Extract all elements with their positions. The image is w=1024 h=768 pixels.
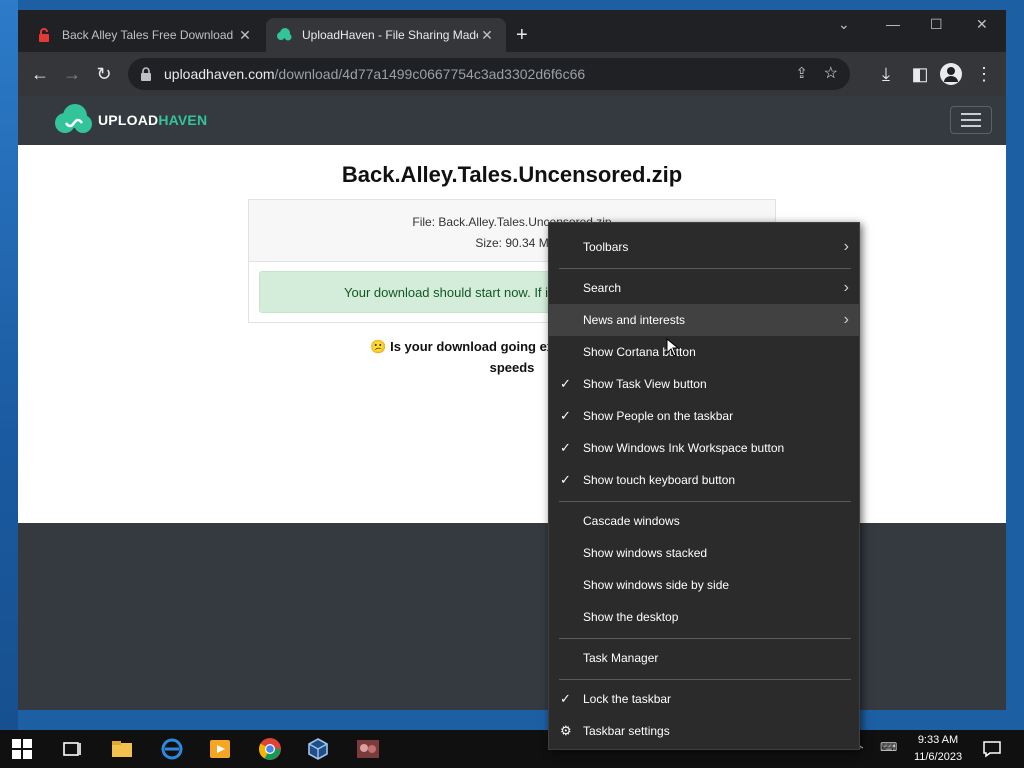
file-title: Back.Alley.Tales.Uncensored.zip bbox=[341, 162, 683, 187]
cloud-icon bbox=[277, 28, 292, 41]
menu-item-show-touch-keyboard[interactable]: ✓ Show touch keyboard button bbox=[549, 464, 859, 496]
menu-item-label: Search bbox=[583, 281, 622, 295]
checkmark-icon: ✓ bbox=[560, 376, 571, 391]
menu-item-task-manager[interactable]: Task Manager bbox=[549, 642, 859, 674]
menu-item-label: Show touch keyboard button bbox=[583, 473, 736, 487]
menu-item-taskbar-settings[interactable]: ⚙ Taskbar settings bbox=[549, 715, 859, 747]
menu-item-toolbars[interactable]: Toolbars › bbox=[549, 231, 859, 263]
menu-separator bbox=[559, 638, 851, 639]
notification-center-icon[interactable] bbox=[982, 739, 1002, 759]
menu-item-label: News and interests bbox=[583, 313, 686, 327]
checkmark-icon: ✓ bbox=[560, 472, 571, 487]
menu-item-show-ink-workspace[interactable]: ✓ Show Windows Ink Workspace button bbox=[549, 432, 859, 464]
reload-icon[interactable]: ↻ bbox=[94, 64, 114, 84]
menu-item-label: Taskbar settings bbox=[583, 724, 670, 738]
menu-item-label: Task Manager bbox=[583, 651, 659, 665]
menu-item-label: Show Task View button bbox=[583, 377, 707, 391]
tab-back-alley-tales[interactable]: Back Alley Tales Free Download ( ✕ bbox=[26, 18, 264, 52]
menu-item-label: Show windows stacked bbox=[583, 546, 708, 560]
tab-title: UploadHaven - File Sharing Made bbox=[302, 28, 478, 42]
tab-search-icon[interactable]: ⌄ bbox=[838, 16, 850, 33]
url-host: uploadhaven.com bbox=[164, 66, 275, 82]
menu-item-label: Show windows side by side bbox=[583, 578, 730, 592]
chrome-icon[interactable] bbox=[258, 737, 282, 761]
share-icon[interactable]: ⇪ bbox=[795, 64, 808, 82]
logo-haven-text: HAVEN bbox=[158, 112, 208, 128]
url-path: /download/4d77a1499c0667754c3ad3302d6f6c… bbox=[274, 66, 586, 82]
profile-avatar-icon[interactable] bbox=[940, 63, 962, 85]
forward-icon[interactable]: → bbox=[62, 64, 82, 84]
tab-uploadhaven[interactable]: UploadHaven - File Sharing Made ✕ bbox=[266, 18, 506, 52]
gear-icon: ⚙ bbox=[560, 723, 572, 738]
clock-date: 11/6/2023 bbox=[913, 751, 963, 763]
menu-item-show-desktop[interactable]: Show the desktop bbox=[549, 601, 859, 633]
windows-start-icon[interactable] bbox=[12, 739, 32, 759]
chevron-right-icon: › bbox=[843, 238, 849, 255]
maximize-icon[interactable]: ☐ bbox=[930, 16, 943, 33]
minimize-icon[interactable]: — bbox=[886, 16, 900, 32]
close-tab-icon[interactable]: ✕ bbox=[478, 27, 496, 44]
menu-item-lock-taskbar[interactable]: ✓ Lock the taskbar bbox=[549, 683, 859, 715]
tab-strip: Back Alley Tales Free Download ( ✕ Uploa… bbox=[18, 10, 1006, 52]
uploadhaven-logo[interactable]: UPLOADHAVEN bbox=[54, 103, 207, 137]
menu-item-label: Cascade windows bbox=[583, 514, 680, 528]
game-app-icon[interactable] bbox=[356, 737, 380, 761]
menu-item-show-task-view[interactable]: ✓ Show Task View button bbox=[549, 368, 859, 400]
logo-upload-text: UPLOAD bbox=[98, 112, 159, 128]
menu-item-search[interactable]: Search › bbox=[549, 272, 859, 304]
menu-item-label: Show Windows Ink Workspace button bbox=[583, 441, 785, 455]
browser-toolbar: ← → ↻ uploadhaven.com/download/4d77a1499… bbox=[18, 52, 1006, 96]
bookmark-star-icon[interactable]: ☆ bbox=[824, 63, 838, 83]
new-tab-button[interactable]: + bbox=[516, 24, 528, 46]
menu-item-label: Show People on the taskbar bbox=[583, 409, 734, 423]
back-icon[interactable]: ← bbox=[30, 64, 50, 84]
hamburger-menu-icon[interactable] bbox=[950, 106, 992, 134]
cloud-logo-icon bbox=[55, 104, 92, 133]
close-tab-icon[interactable]: ✕ bbox=[236, 27, 254, 44]
media-player-icon[interactable] bbox=[208, 737, 232, 761]
confused-emoji-icon: 😕 bbox=[370, 339, 387, 354]
download-icon[interactable]: ⤓ bbox=[876, 64, 896, 84]
lock-icon bbox=[141, 67, 151, 81]
menu-separator bbox=[559, 679, 851, 680]
mouse-pointer-icon bbox=[666, 338, 680, 357]
menu-item-cascade-windows[interactable]: Cascade windows bbox=[549, 505, 859, 537]
menu-item-label: Toolbars bbox=[583, 240, 629, 254]
close-window-icon[interactable]: ✕ bbox=[976, 16, 988, 33]
chevron-right-icon: › bbox=[843, 279, 849, 296]
checkmark-icon: ✓ bbox=[560, 691, 571, 706]
menu-kebab-icon[interactable]: ⋮ bbox=[974, 64, 994, 84]
menu-item-windows-side-by-side[interactable]: Show windows side by side bbox=[549, 569, 859, 601]
internet-explorer-icon[interactable] bbox=[160, 737, 184, 761]
site-header: UPLOADHAVEN bbox=[18, 96, 1006, 145]
file-explorer-icon[interactable] bbox=[110, 737, 134, 761]
menu-item-show-cortana[interactable]: Show Cortana button bbox=[549, 336, 859, 368]
taskbar-context-menu: Toolbars › Search › News and interests ›… bbox=[548, 222, 860, 750]
chevron-right-icon: › bbox=[843, 311, 849, 328]
checkmark-icon: ✓ bbox=[560, 440, 571, 455]
menu-item-news-and-interests[interactable]: News and interests › bbox=[549, 304, 859, 336]
menu-separator bbox=[559, 268, 851, 269]
address-bar[interactable]: uploadhaven.com/download/4d77a1499c06677… bbox=[128, 58, 850, 90]
taskbar-clock[interactable]: 9:33 AM 11/6/2023 bbox=[908, 732, 968, 766]
menu-item-label: Show the desktop bbox=[583, 610, 679, 624]
menu-item-windows-stacked[interactable]: Show windows stacked bbox=[549, 537, 859, 569]
desktop-background bbox=[0, 0, 18, 730]
clock-time: 9:33 AM bbox=[917, 734, 959, 746]
tab-title: Back Alley Tales Free Download ( bbox=[62, 28, 236, 42]
checkmark-icon: ✓ bbox=[560, 408, 571, 423]
windows-taskbar: ⌁ ⌨ 9:33 AM 11/6/2023 bbox=[0, 730, 1024, 768]
lock-red-icon bbox=[39, 28, 49, 42]
side-panel-icon[interactable]: ◧ bbox=[910, 64, 930, 84]
touch-keyboard-icon[interactable]: ⌨ bbox=[880, 740, 897, 754]
menu-item-label: Lock the taskbar bbox=[583, 692, 672, 706]
menu-separator bbox=[559, 501, 851, 502]
task-view-icon[interactable] bbox=[60, 737, 84, 761]
menu-item-show-people[interactable]: ✓ Show People on the taskbar bbox=[549, 400, 859, 432]
virtualbox-icon[interactable] bbox=[306, 737, 330, 761]
